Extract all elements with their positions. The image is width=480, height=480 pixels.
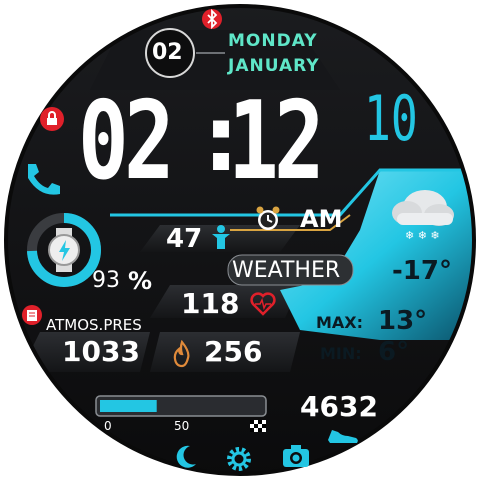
battery-percent: 93: [92, 268, 120, 293]
pressure-label: ATMOS.PRES: [46, 318, 142, 333]
weather-label-text: WEATHER: [232, 258, 341, 283]
moon-icon[interactable]: [174, 444, 198, 470]
svg-text:❄ ❄ ❄: ❄ ❄ ❄: [405, 229, 440, 242]
activity-value: 47: [166, 224, 203, 254]
camera-icon[interactable]: [282, 444, 310, 468]
time-seconds: 10: [364, 82, 418, 155]
phone-icon[interactable]: [20, 158, 62, 200]
min-label: MIN:: [320, 344, 362, 363]
bluetooth-icon[interactable]: [202, 8, 222, 30]
finish-flag-icon: [250, 420, 266, 432]
weather-label: WEATHER: [232, 260, 340, 282]
alarm-icon[interactable]: [254, 205, 282, 233]
watch-face: 02 MONDAY JANUARY 02 : 12 10 AM 47 93 % …: [0, 0, 480, 480]
progress-tick-0: 0: [104, 419, 112, 433]
heart-rate-value: 118: [181, 287, 240, 320]
day-number: 02: [152, 40, 183, 65]
month-label: JANUARY: [228, 56, 320, 76]
time-hours: 02: [78, 79, 175, 204]
calories-value: 256: [204, 335, 263, 368]
flame-icon: [170, 340, 194, 368]
cloud-snow-icon: ❄ ❄ ❄: [385, 183, 460, 243]
watch-battery-icon: [44, 228, 84, 272]
max-value: 13°: [378, 306, 428, 336]
pressure-label-a: ATMOS.: [46, 316, 104, 334]
shoe-icon: [326, 426, 360, 446]
progress-fill: [100, 400, 157, 412]
progress-tick-50: 50: [174, 419, 190, 433]
battery-unit: %: [128, 267, 153, 295]
person-icon: [210, 224, 232, 250]
ampm-label: AM: [300, 205, 343, 233]
gear-icon[interactable]: [226, 446, 252, 472]
max-label: MAX:: [316, 313, 364, 332]
heart-icon[interactable]: [250, 292, 276, 316]
pressure-value: 1033: [62, 335, 140, 368]
lock-icon[interactable]: [40, 107, 64, 131]
pressure-label-b: PRES: [103, 316, 142, 334]
time-minutes: 12: [228, 79, 325, 204]
weekday-label: MONDAY: [228, 31, 318, 51]
weather-temp: -17°: [392, 256, 452, 286]
pressure-icon: [22, 304, 42, 326]
min-value: 6°: [378, 337, 410, 367]
steps-value: 4632: [300, 390, 378, 423]
